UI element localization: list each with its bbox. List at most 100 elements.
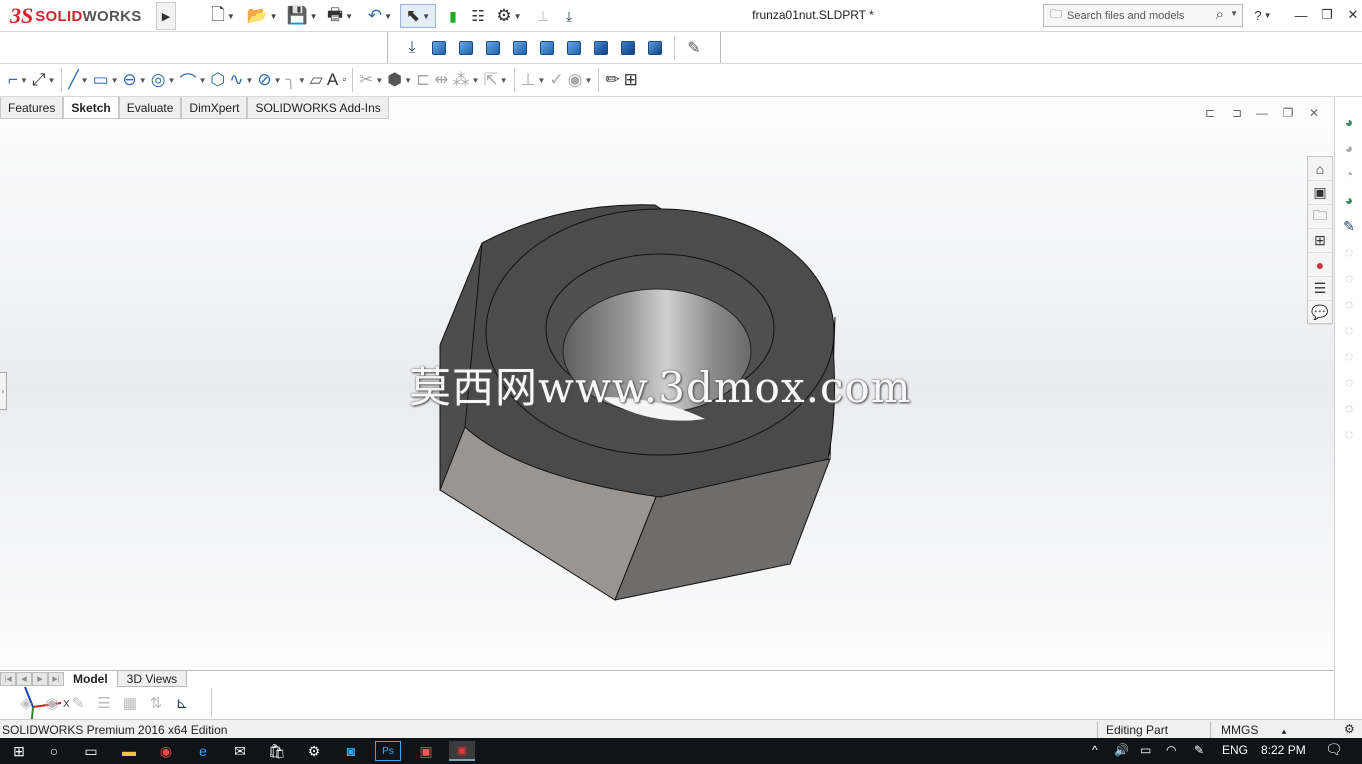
normal-to-button[interactable]: ⤓ xyxy=(400,36,424,60)
plane-button[interactable]: ▱ xyxy=(308,67,325,93)
view-back-button[interactable] xyxy=(481,36,505,60)
design-library-icon[interactable]: ◕ xyxy=(1335,135,1362,161)
tool-4-icon[interactable]: ☰ xyxy=(94,694,114,712)
edge-icon[interactable]: e xyxy=(190,741,216,761)
view-left-button[interactable] xyxy=(508,36,532,60)
wifi-icon[interactable]: ◠ xyxy=(1166,743,1176,757)
view-right-button[interactable] xyxy=(535,36,559,60)
tool-2-icon[interactable]: ◉ xyxy=(42,694,62,712)
ellipse-button[interactable]: ⊘ ▼ xyxy=(255,67,283,93)
custom-properties-tp-icon[interactable]: ✎ xyxy=(1335,213,1362,239)
tab-addins[interactable]: SOLIDWORKS Add-Ins xyxy=(247,97,389,119)
smart-dimension-button[interactable]: ⤢ ▼ xyxy=(30,67,58,93)
windows-start-icon[interactable]: ⊞ xyxy=(6,741,32,761)
rebuild-button[interactable]: ▮ xyxy=(443,4,463,28)
new-document-button[interactable]: 🗋 ▼ xyxy=(206,4,240,28)
battery-icon[interactable]: ▭ xyxy=(1140,743,1151,757)
last-tab-arrow-icon[interactable]: ▶| xyxy=(48,672,64,686)
tp-item-13-icon[interactable]: ◌ xyxy=(1335,421,1362,447)
tool-5-icon[interactable]: ▦ xyxy=(120,694,140,712)
sketch-button[interactable]: ⌐ ▼ xyxy=(6,67,30,93)
mail-icon[interactable]: ✉ xyxy=(227,741,253,761)
instant2d-button[interactable]: ⊞ xyxy=(622,67,640,93)
chrome-icon[interactable]: ◉ xyxy=(153,741,179,761)
tab-features[interactable]: Features xyxy=(0,97,64,119)
select-button[interactable]: ⬉ ▼ xyxy=(400,4,436,28)
tool-1-icon[interactable]: ◈ xyxy=(16,694,36,712)
polygon-button[interactable]: ⬡ xyxy=(208,67,227,93)
viewport-restore-button[interactable]: ❐ xyxy=(1279,105,1297,121)
status-help-icon[interactable]: ⚙ xyxy=(1344,722,1362,738)
viewport-minimize-button[interactable]: — xyxy=(1253,105,1271,121)
notifications-icon[interactable]: 🗨 xyxy=(1325,741,1343,758)
spline-button[interactable]: ∿ ▼ xyxy=(227,67,255,93)
solidworks-taskbar-icon[interactable]: ▣ xyxy=(449,741,475,761)
search-icon[interactable]: ⌕ xyxy=(1216,6,1224,23)
tab-dimxpert[interactable]: DimXpert xyxy=(181,97,248,119)
text-button[interactable]: A xyxy=(325,67,340,93)
view-front-button[interactable] xyxy=(454,36,478,60)
status-units[interactable]: MMGS ▴ xyxy=(1210,722,1320,738)
solidworks-resources-icon[interactable]: ◕ xyxy=(1335,109,1362,135)
circle-button[interactable]: ◎ ▼ xyxy=(149,67,178,93)
tab-sketch[interactable]: Sketch xyxy=(63,97,119,119)
options-button[interactable]: ⚙ ▼ xyxy=(492,4,526,28)
appearances-icon[interactable]: ● xyxy=(1308,253,1332,277)
search-input[interactable]: Search files and models xyxy=(1067,10,1184,22)
store-icon[interactable]: 🛍 xyxy=(264,741,290,761)
app-icon[interactable]: ◙ xyxy=(338,741,364,761)
tile-left-icon[interactable]: ⊏ xyxy=(1201,105,1219,121)
language-indicator[interactable]: ENG xyxy=(1222,743,1248,757)
close-button[interactable]: ✕ xyxy=(1340,4,1362,26)
view-top-button[interactable] xyxy=(562,36,586,60)
view-dimetric-button[interactable] xyxy=(643,36,667,60)
task-view-icon[interactable]: ▭ xyxy=(78,741,104,761)
media-icon[interactable]: ▣ xyxy=(413,741,439,761)
repair-sketch-button[interactable]: ✓ xyxy=(547,67,565,93)
restore-button[interactable]: ❐ xyxy=(1314,4,1340,26)
tab-model[interactable]: Model xyxy=(64,671,117,687)
trim-button[interactable]: ✂ ▼ xyxy=(357,67,385,93)
print-button[interactable]: 🖶 ▼ xyxy=(322,4,358,28)
file-explorer-icon[interactable]: ◔ xyxy=(1335,161,1362,187)
mirror-button[interactable]: ⇹ xyxy=(432,67,450,93)
tool-3-icon[interactable]: ✎ xyxy=(68,694,88,712)
folder-icon[interactable]: 🗀 xyxy=(1308,205,1332,229)
help-button[interactable]: ? ▼ xyxy=(1250,4,1276,26)
rectangle-button[interactable]: ▭ ▼ xyxy=(91,67,121,93)
view-orientation-button[interactable]: ⤓ xyxy=(558,4,580,28)
home-icon[interactable]: ⌂ xyxy=(1308,157,1332,181)
tp-item-6-icon[interactable]: ◌ xyxy=(1335,239,1362,265)
search-dropdown-icon[interactable]: ▼ xyxy=(1230,9,1238,18)
line-button[interactable]: ╱ ▼ xyxy=(66,67,90,93)
graphics-area[interactable]: 莫西网www.3dmox.com ⊏ ⊐ — ❐ ✕ X Z Y xyxy=(0,97,1334,739)
save-button[interactable]: 💾 ▼ xyxy=(284,4,320,28)
view-palette-icon[interactable]: ⊞ xyxy=(1308,229,1332,253)
rapid-sketch-button[interactable]: ✏ xyxy=(603,67,621,93)
search-box[interactable]: 🗀 Search files and models ⌕ ▼ xyxy=(1043,4,1243,27)
tray-chevron-icon[interactable]: ^ xyxy=(1092,743,1098,757)
view-palette-tp-icon[interactable]: ◕ xyxy=(1335,187,1362,213)
tool-6-icon[interactable]: ⇅ xyxy=(146,694,166,712)
sketch-origin-button[interactable]: ⊥ xyxy=(533,4,553,28)
undo-button[interactable]: ↶ ▼ xyxy=(362,4,398,28)
tab-evaluate[interactable]: Evaluate xyxy=(118,97,182,119)
photoshop-icon[interactable]: Ps xyxy=(375,741,401,761)
tile-right-icon[interactable]: ⊐ xyxy=(1228,105,1246,121)
viewport-close-button[interactable]: ✕ xyxy=(1305,105,1323,121)
3d-drawing-icon[interactable]: ▣ xyxy=(1308,181,1332,205)
offset-entities-button[interactable]: ⊏ xyxy=(414,67,432,93)
tool-7-icon[interactable]: ⊾ xyxy=(172,694,192,712)
view-selector-button[interactable]: ✎ xyxy=(682,36,706,60)
custom-properties-icon[interactable]: ☰ xyxy=(1308,277,1332,301)
clock[interactable]: 8:22 PM xyxy=(1261,743,1306,757)
pen-icon[interactable]: ✎ xyxy=(1194,743,1204,757)
tab-3d-views[interactable]: 3D Views xyxy=(116,671,188,687)
tp-item-8-icon[interactable]: ◌ xyxy=(1335,291,1362,317)
view-trimetric-button[interactable] xyxy=(616,36,640,60)
point-button[interactable]: ▫ xyxy=(340,67,348,93)
move-entities-button[interactable]: ⇱ ▼ xyxy=(481,67,509,93)
menu-expand-arrow-icon[interactable]: ▶ xyxy=(156,2,176,30)
file-explorer-icon[interactable]: ▬ xyxy=(116,741,142,761)
tp-item-9-icon[interactable]: ◌ xyxy=(1335,317,1362,343)
